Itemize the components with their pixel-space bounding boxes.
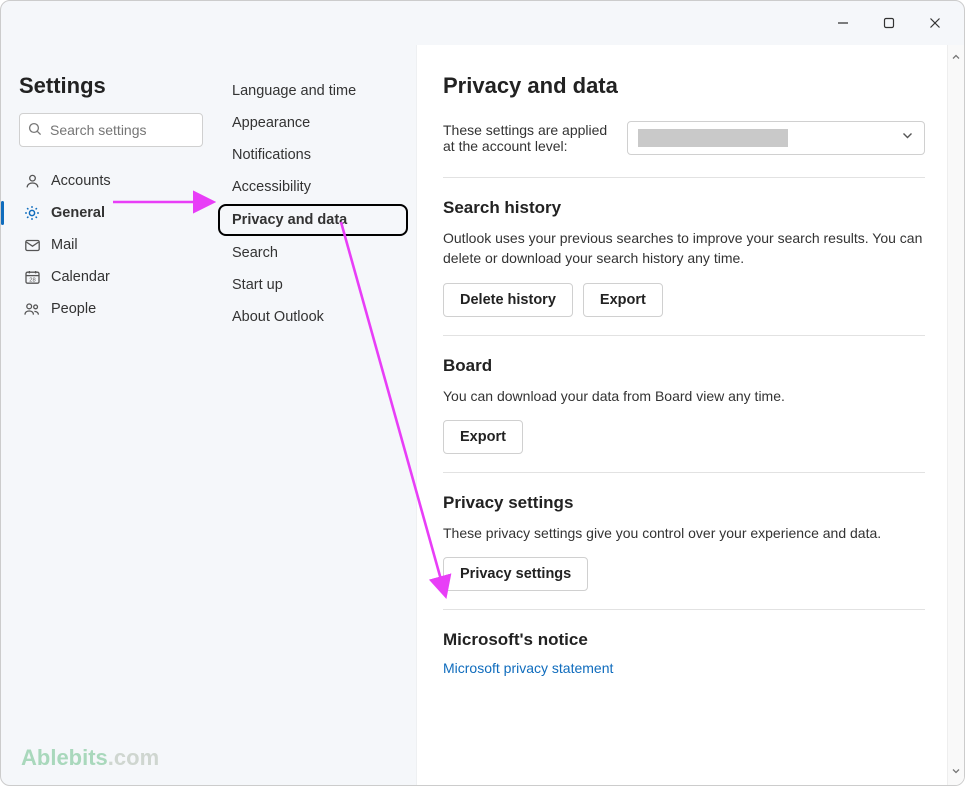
subnav-item-label: Notifications bbox=[232, 147, 311, 163]
nav-item-mail[interactable]: Mail bbox=[19, 229, 200, 261]
primary-sidebar: Settings Accounts General Mail bbox=[1, 45, 212, 785]
section-title: Board bbox=[443, 356, 925, 376]
scrollbar[interactable] bbox=[947, 45, 964, 785]
subnav-item-label: Search bbox=[232, 245, 278, 261]
subnav-item-notifications[interactable]: Notifications bbox=[212, 139, 416, 171]
subnav-item-privacy-data[interactable]: Privacy and data bbox=[218, 204, 408, 236]
section-title: Privacy settings bbox=[443, 493, 925, 513]
primary-nav: Accounts General Mail 28 Calendar People bbox=[19, 165, 200, 325]
section-desc: Outlook uses your previous searches to i… bbox=[443, 228, 925, 269]
subnav-item-label: Start up bbox=[232, 277, 283, 293]
section-desc: These privacy settings give you control … bbox=[443, 523, 925, 543]
subnav-item-label: Privacy and data bbox=[232, 212, 347, 228]
section-search-history: Search history Outlook uses your previou… bbox=[443, 198, 925, 317]
button-row: Privacy settings bbox=[443, 557, 925, 591]
content-title: Privacy and data bbox=[443, 73, 925, 99]
gear-icon bbox=[23, 204, 41, 222]
subnav-item-appearance[interactable]: Appearance bbox=[212, 107, 416, 139]
nav-item-label: General bbox=[51, 205, 105, 221]
section-board: Board You can download your data from Bo… bbox=[443, 356, 925, 454]
divider bbox=[443, 472, 925, 473]
subnav-item-language-time[interactable]: Language and time bbox=[212, 75, 416, 107]
divider bbox=[443, 335, 925, 336]
nav-item-calendar[interactable]: 28 Calendar bbox=[19, 261, 200, 293]
close-button[interactable] bbox=[912, 7, 958, 39]
account-select[interactable] bbox=[627, 121, 925, 155]
titlebar bbox=[1, 1, 964, 45]
account-select-value bbox=[638, 129, 788, 147]
main-panel: Privacy and data These settings are appl… bbox=[416, 45, 964, 785]
scroll-down-icon bbox=[951, 763, 961, 781]
subnav-item-search[interactable]: Search bbox=[212, 237, 416, 269]
svg-text:28: 28 bbox=[29, 277, 35, 283]
button-row: Delete history Export bbox=[443, 283, 925, 317]
subnav-item-label: Accessibility bbox=[232, 179, 311, 195]
main-scroll: Privacy and data These settings are appl… bbox=[417, 45, 947, 785]
settings-window: Settings Accounts General Mail bbox=[0, 0, 965, 786]
watermark-brand: Ablebits bbox=[21, 745, 108, 770]
section-desc: You can download your data from Board vi… bbox=[443, 386, 925, 406]
search-input[interactable] bbox=[19, 113, 203, 147]
watermark: Ablebits.com bbox=[21, 745, 159, 771]
maximize-button[interactable] bbox=[866, 7, 912, 39]
delete-history-button[interactable]: Delete history bbox=[443, 283, 573, 317]
export-history-button[interactable]: Export bbox=[583, 283, 663, 317]
subnav-item-label: About Outlook bbox=[232, 309, 324, 325]
scroll-up-icon bbox=[951, 49, 961, 67]
section-title: Search history bbox=[443, 198, 925, 218]
nav-item-accounts[interactable]: Accounts bbox=[19, 165, 200, 197]
mail-icon bbox=[23, 236, 41, 254]
subnav-item-accessibility[interactable]: Accessibility bbox=[212, 171, 416, 203]
secondary-sidebar: Language and time Appearance Notificatio… bbox=[212, 45, 416, 785]
search-icon bbox=[28, 122, 42, 141]
microsoft-privacy-link[interactable]: Microsoft privacy statement bbox=[443, 660, 925, 676]
person-icon bbox=[23, 172, 41, 190]
nav-item-general[interactable]: General bbox=[19, 197, 200, 229]
section-microsoft-notice: Microsoft's notice Microsoft privacy sta… bbox=[443, 630, 925, 676]
people-icon bbox=[23, 300, 41, 318]
search-input-wrap bbox=[19, 113, 203, 147]
section-privacy-settings: Privacy settings These privacy settings … bbox=[443, 493, 925, 591]
button-row: Export bbox=[443, 420, 925, 454]
subnav-item-about-outlook[interactable]: About Outlook bbox=[212, 301, 416, 333]
layout: Settings Accounts General Mail bbox=[1, 45, 964, 785]
subnav-item-label: Language and time bbox=[232, 83, 356, 99]
nav-item-label: People bbox=[51, 301, 96, 317]
chevron-down-icon bbox=[901, 129, 914, 147]
nav-item-label: Mail bbox=[51, 237, 78, 253]
account-level-row: These settings are applied at the accoun… bbox=[443, 121, 925, 155]
privacy-settings-button[interactable]: Privacy settings bbox=[443, 557, 588, 591]
subnav-item-label: Appearance bbox=[232, 115, 310, 131]
divider bbox=[443, 609, 925, 610]
page-title: Settings bbox=[19, 73, 200, 99]
account-level-text: These settings are applied at the accoun… bbox=[443, 122, 613, 154]
minimize-button[interactable] bbox=[820, 7, 866, 39]
nav-item-people[interactable]: People bbox=[19, 293, 200, 325]
section-title: Microsoft's notice bbox=[443, 630, 925, 650]
divider bbox=[443, 177, 925, 178]
calendar-icon: 28 bbox=[23, 268, 41, 286]
nav-item-label: Accounts bbox=[51, 173, 111, 189]
export-board-button[interactable]: Export bbox=[443, 420, 523, 454]
subnav-item-start-up[interactable]: Start up bbox=[212, 269, 416, 301]
watermark-suffix: .com bbox=[108, 745, 159, 770]
nav-item-label: Calendar bbox=[51, 269, 110, 285]
